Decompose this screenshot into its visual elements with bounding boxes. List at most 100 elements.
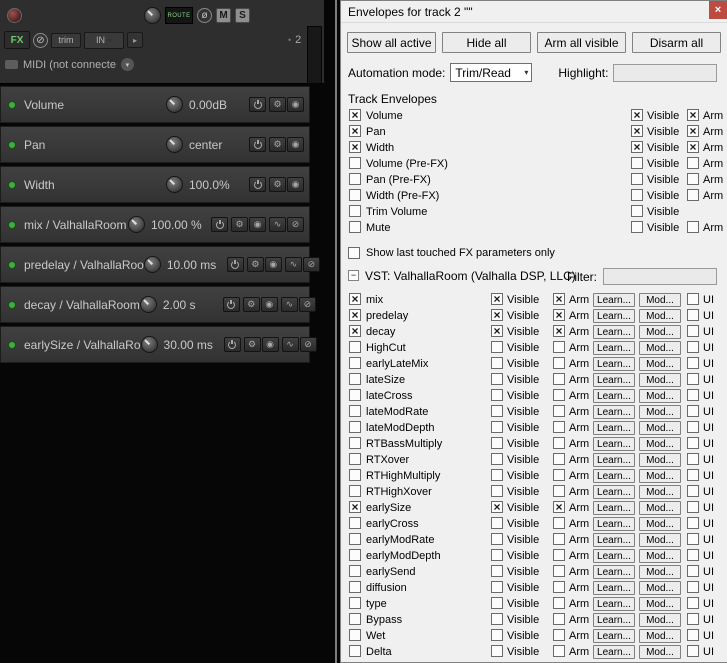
- visible-checkbox[interactable]: ×: [491, 325, 503, 337]
- lane-settings-button[interactable]: ⚙: [231, 217, 248, 232]
- midi-dropdown-icon[interactable]: ▾: [120, 58, 134, 71]
- param-active-checkbox[interactable]: ×: [349, 293, 361, 305]
- ui-checkbox[interactable]: [687, 533, 699, 545]
- dialog-button-arm-all-visible[interactable]: Arm all visible: [537, 32, 626, 53]
- lane-shape-button[interactable]: ∿: [281, 337, 299, 352]
- visible-checkbox[interactable]: [491, 373, 503, 385]
- param-active-checkbox[interactable]: [349, 581, 361, 593]
- input-button[interactable]: IN ▾: [84, 31, 124, 49]
- lane-knob[interactable]: [166, 176, 183, 193]
- mod-button[interactable]: Mod...: [639, 501, 681, 515]
- mod-button[interactable]: Mod...: [639, 421, 681, 435]
- mod-button[interactable]: Mod...: [639, 517, 681, 531]
- fx-button[interactable]: FX: [4, 31, 30, 49]
- learn-button[interactable]: Learn...: [593, 501, 635, 515]
- learn-button[interactable]: Learn...: [593, 357, 635, 371]
- automation-mode-select[interactable]: Trim/Read ▾: [450, 63, 533, 82]
- arm-checkbox[interactable]: [553, 421, 565, 433]
- midi-input-label[interactable]: MIDI (not connecte: [23, 59, 116, 71]
- mod-button[interactable]: Mod...: [639, 629, 681, 643]
- lane-bypass-button[interactable]: ⊘: [298, 297, 316, 312]
- dialog-button-disarm-all[interactable]: Disarm all: [632, 32, 721, 53]
- learn-button[interactable]: Learn...: [593, 341, 635, 355]
- visible-checkbox[interactable]: ×: [631, 109, 643, 121]
- lane-settings-button[interactable]: ⚙: [269, 137, 286, 152]
- learn-button[interactable]: Learn...: [593, 469, 635, 483]
- learn-button[interactable]: Learn...: [593, 597, 635, 611]
- ui-checkbox[interactable]: [687, 565, 699, 577]
- mod-button[interactable]: Mod...: [639, 485, 681, 499]
- mod-button[interactable]: Mod...: [639, 309, 681, 323]
- learn-button[interactable]: Learn...: [593, 405, 635, 419]
- visible-checkbox[interactable]: [491, 517, 503, 529]
- visible-checkbox[interactable]: [491, 613, 503, 625]
- ui-checkbox[interactable]: [687, 469, 699, 481]
- lane-settings-button[interactable]: ⚙: [269, 97, 286, 112]
- lane-settings-button[interactable]: ⚙: [246, 257, 264, 272]
- arm-checkbox[interactable]: [687, 189, 699, 201]
- param-active-checkbox[interactable]: [349, 485, 361, 497]
- arm-checkbox[interactable]: [553, 629, 565, 641]
- visible-checkbox[interactable]: [491, 549, 503, 561]
- envelope-active-checkbox[interactable]: [349, 221, 361, 233]
- mod-button[interactable]: Mod...: [639, 453, 681, 467]
- envelope-active-checkbox[interactable]: ×: [349, 109, 361, 121]
- visible-checkbox[interactable]: ×: [491, 293, 503, 305]
- arm-checkbox[interactable]: [553, 469, 565, 481]
- arm-checkbox[interactable]: [553, 517, 565, 529]
- ui-checkbox[interactable]: [687, 597, 699, 609]
- lane-mode-button[interactable]: ◉: [260, 297, 278, 312]
- ui-checkbox[interactable]: [687, 389, 699, 401]
- mod-button[interactable]: Mod...: [639, 405, 681, 419]
- param-active-checkbox[interactable]: [349, 341, 361, 353]
- mod-button[interactable]: Mod...: [639, 357, 681, 371]
- arm-checkbox[interactable]: ×: [553, 325, 565, 337]
- ui-checkbox[interactable]: [687, 357, 699, 369]
- learn-button[interactable]: Learn...: [593, 325, 635, 339]
- learn-button[interactable]: Learn...: [593, 309, 635, 323]
- dialog-titlebar[interactable]: Envelopes for track 2 "" ×: [341, 1, 727, 23]
- route-button[interactable]: ROUTE: [165, 7, 193, 24]
- param-active-checkbox[interactable]: [349, 437, 361, 449]
- visible-checkbox[interactable]: [491, 645, 503, 657]
- visible-checkbox[interactable]: [491, 389, 503, 401]
- mod-button[interactable]: Mod...: [639, 613, 681, 627]
- close-icon[interactable]: ×: [709, 1, 727, 19]
- lane-knob[interactable]: [166, 136, 183, 153]
- lane-settings-button[interactable]: ⚙: [243, 337, 261, 352]
- learn-button[interactable]: Learn...: [593, 549, 635, 563]
- arm-checkbox[interactable]: [687, 157, 699, 169]
- mod-button[interactable]: Mod...: [639, 645, 681, 659]
- envelope-active-checkbox[interactable]: ×: [349, 125, 361, 137]
- learn-button[interactable]: Learn...: [593, 581, 635, 595]
- dialog-button-hide-all[interactable]: Hide all: [442, 32, 531, 53]
- lane-mode-button[interactable]: ◉: [261, 337, 279, 352]
- visible-checkbox[interactable]: [491, 597, 503, 609]
- envelope-active-checkbox[interactable]: [349, 157, 361, 169]
- visible-checkbox[interactable]: [631, 189, 643, 201]
- lane-mode-button[interactable]: ◉: [249, 217, 266, 232]
- ui-checkbox[interactable]: [687, 437, 699, 449]
- learn-button[interactable]: Learn...: [593, 437, 635, 451]
- visible-checkbox[interactable]: ×: [631, 125, 643, 137]
- lane-shape-button[interactable]: ∿: [284, 257, 302, 272]
- visible-checkbox[interactable]: [491, 453, 503, 465]
- ui-checkbox[interactable]: [687, 613, 699, 625]
- arm-checkbox[interactable]: [687, 221, 699, 233]
- lane-knob[interactable]: [128, 216, 145, 233]
- ui-checkbox[interactable]: [687, 517, 699, 529]
- ui-checkbox[interactable]: [687, 421, 699, 433]
- lane-knob[interactable]: [139, 296, 157, 313]
- mute-button[interactable]: M: [216, 8, 231, 23]
- param-active-checkbox[interactable]: [349, 597, 361, 609]
- visible-checkbox[interactable]: [631, 221, 643, 233]
- visible-checkbox[interactable]: [491, 629, 503, 641]
- param-active-checkbox[interactable]: ×: [349, 309, 361, 321]
- param-active-checkbox[interactable]: [349, 373, 361, 385]
- visible-checkbox[interactable]: [631, 205, 643, 217]
- mod-button[interactable]: Mod...: [639, 437, 681, 451]
- param-active-checkbox[interactable]: [349, 645, 361, 657]
- arm-checkbox[interactable]: [553, 581, 565, 593]
- ui-checkbox[interactable]: [687, 501, 699, 513]
- lane-mode-button[interactable]: ◉: [287, 97, 304, 112]
